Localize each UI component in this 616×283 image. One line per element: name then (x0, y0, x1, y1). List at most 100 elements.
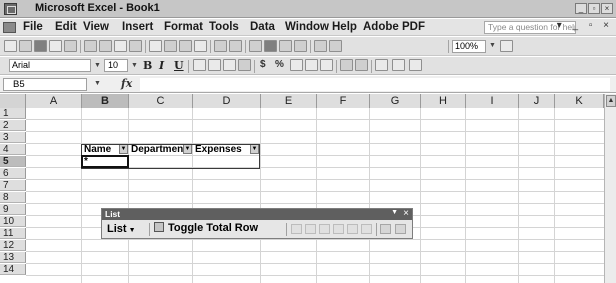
paste-icon[interactable] (179, 40, 192, 52)
minimize-icon[interactable]: _ (575, 3, 587, 14)
autosum-icon[interactable] (264, 40, 277, 52)
list-header-expenses[interactable]: Expenses ▼ (193, 144, 259, 155)
formula-input[interactable] (140, 78, 610, 91)
menu-adobe-pdf[interactable]: Adobe PDF (361, 20, 427, 34)
sort-ascending-icon[interactable] (279, 40, 292, 52)
row-header-5[interactable]: 5 (0, 156, 26, 167)
column-header-g[interactable]: G (370, 94, 421, 108)
show-border-icon[interactable] (305, 224, 316, 234)
list-menu-button[interactable]: List ▼ (107, 223, 136, 235)
open-icon[interactable] (19, 40, 32, 52)
row-header-13[interactable]: 13 (0, 252, 26, 263)
chart-icon[interactable] (380, 224, 391, 234)
comma-style-icon[interactable] (290, 59, 303, 71)
undo-icon[interactable] (214, 40, 227, 52)
bold-button[interactable]: B (143, 59, 152, 72)
print-list-icon[interactable] (395, 224, 406, 234)
email-icon[interactable] (64, 40, 77, 52)
cell-area[interactable]: Name ▼ Department ▼ Expenses ▼ * (26, 108, 604, 283)
resize-list-icon[interactable] (291, 224, 302, 234)
list-header-department[interactable]: Department ▼ (129, 144, 192, 155)
row-header-4[interactable]: 4 (0, 144, 26, 155)
list-toolbar-title[interactable]: List (102, 209, 412, 220)
sort-descending-icon[interactable] (294, 40, 307, 52)
column-header-i[interactable]: I (466, 94, 519, 108)
drawing-icon[interactable] (329, 40, 342, 52)
workbook-icon[interactable] (3, 22, 16, 33)
vertical-scrollbar[interactable]: ▲ (604, 94, 616, 283)
synchronize-list-icon[interactable] (347, 224, 358, 234)
menu-file[interactable]: File (21, 20, 45, 34)
row-header-3[interactable]: 3 (0, 132, 26, 143)
close-icon[interactable]: × (403, 208, 409, 219)
row-header-8[interactable]: 8 (0, 192, 26, 203)
row-header-7[interactable]: 7 (0, 180, 26, 191)
menu-help[interactable]: Help (330, 20, 359, 34)
close-icon[interactable]: × (601, 3, 613, 14)
size-dropdown-icon[interactable]: ▼ (131, 62, 138, 69)
cut-icon[interactable] (149, 40, 162, 52)
row-header-11[interactable]: 11 (0, 228, 26, 239)
align-center-icon[interactable] (208, 59, 221, 71)
print-preview-icon[interactable] (99, 40, 112, 52)
excel-app-icon[interactable] (4, 3, 17, 15)
column-header-e[interactable]: E (261, 94, 317, 108)
row-header-6[interactable]: 6 (0, 168, 26, 179)
column-header-j[interactable]: J (519, 94, 555, 108)
toolbar-options-icon[interactable]: ▼ (391, 209, 398, 216)
autofilter-dropdown-icon[interactable]: ▼ (250, 144, 259, 154)
percent-button[interactable]: % (275, 59, 284, 70)
list-header-name[interactable]: Name ▼ (82, 144, 128, 155)
decrease-indent-icon[interactable] (340, 59, 353, 71)
format-painter-icon[interactable] (194, 40, 207, 52)
borders-icon[interactable] (375, 59, 388, 71)
menu-insert[interactable]: Insert (120, 20, 155, 34)
print-icon[interactable] (84, 40, 97, 52)
view-list-icon[interactable] (333, 224, 344, 234)
row-header-2[interactable]: 2 (0, 120, 26, 131)
column-header-a[interactable]: A (26, 94, 82, 108)
select-all-corner[interactable] (0, 94, 26, 108)
new-icon[interactable] (4, 40, 17, 52)
align-right-icon[interactable] (223, 59, 236, 71)
research-icon[interactable] (129, 40, 142, 52)
permission-icon[interactable] (49, 40, 62, 52)
row-header-9[interactable]: 9 (0, 204, 26, 215)
workbook-window-controls[interactable]: ▾ _ ▫ × (557, 20, 613, 31)
toggle-total-row-button[interactable]: Toggle Total Row (154, 222, 258, 234)
autofilter-dropdown-icon[interactable]: ▼ (119, 144, 128, 154)
column-header-d[interactable]: D (193, 94, 261, 108)
merge-center-icon[interactable] (238, 59, 251, 71)
increase-decimal-icon[interactable] (305, 59, 318, 71)
scroll-up-icon[interactable]: ▲ (606, 95, 616, 107)
save-icon[interactable] (34, 40, 47, 52)
font-color-icon[interactable] (409, 59, 422, 71)
column-header-f[interactable]: F (317, 94, 370, 108)
underline-button[interactable]: U (174, 59, 184, 72)
decrease-decimal-icon[interactable] (320, 59, 333, 71)
row-header-12[interactable]: 12 (0, 240, 26, 251)
italic-button[interactable]: I (159, 59, 164, 72)
autofilter-dropdown-icon[interactable]: ▼ (183, 144, 192, 154)
copy-icon[interactable] (164, 40, 177, 52)
currency-button[interactable]: $ (260, 59, 266, 70)
menu-format[interactable]: Format (162, 20, 205, 34)
column-header-b[interactable]: B (82, 94, 129, 108)
column-header-c[interactable]: C (129, 94, 193, 108)
hyperlink-icon[interactable] (249, 40, 262, 52)
zoom-dropdown-icon[interactable]: ▼ (489, 42, 496, 49)
worksheet-grid[interactable]: A B C D E F G H I J K 1 2 3 4 5 6 7 8 9 … (0, 94, 616, 283)
chart-wizard-icon[interactable] (314, 40, 327, 52)
zoom-box[interactable]: 100% (452, 40, 486, 53)
column-header-h[interactable]: H (421, 94, 466, 108)
increase-indent-icon[interactable] (355, 59, 368, 71)
fill-color-icon[interactable] (392, 59, 405, 71)
insert-function-icon[interactable]: fx (121, 77, 132, 90)
font-name-box[interactable]: Arial (9, 59, 91, 72)
publish-list-icon[interactable] (319, 224, 330, 234)
menu-view[interactable]: View (81, 20, 111, 34)
menu-window[interactable]: Window (283, 20, 331, 34)
row-header-10[interactable]: 10 (0, 216, 26, 227)
spelling-icon[interactable] (114, 40, 127, 52)
restore-icon[interactable]: ▫ (588, 3, 600, 14)
